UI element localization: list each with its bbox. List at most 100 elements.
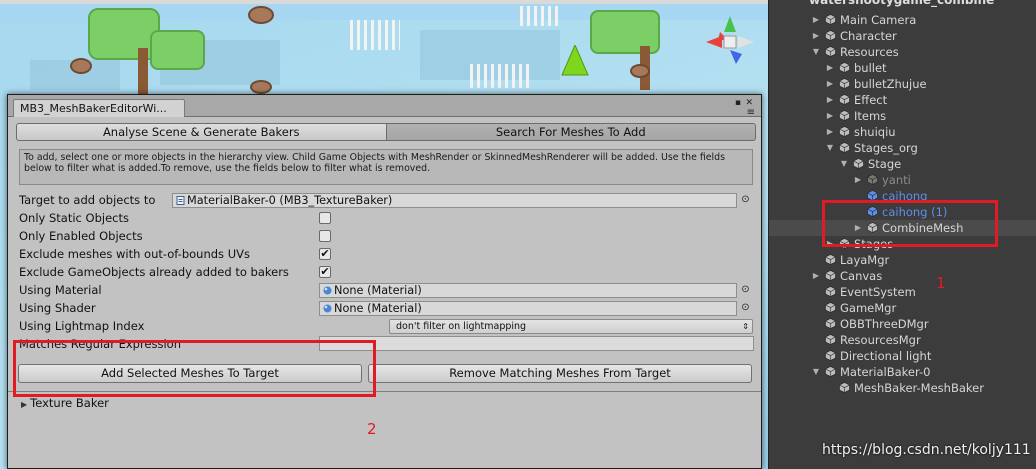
cube-icon (825, 334, 836, 345)
hierarchy-item-label: yanti (882, 173, 911, 187)
hierarchy-item[interactable]: ▶ shuiqiu (827, 124, 896, 140)
cube-icon (825, 318, 836, 329)
mesh-baker-editor-window: MB3_MeshBakerEditorWi... ▪ ✕ ≡ Analyse S… (7, 94, 762, 469)
foldout-arrow-icon: ▶ (21, 400, 28, 409)
hierarchy-expand-arrow-icon[interactable]: ▶ (811, 268, 821, 284)
hierarchy-expand-arrow-icon[interactable]: ▶ (811, 12, 821, 28)
only-static-checkbox[interactable] (319, 212, 331, 224)
hierarchy-item[interactable]: ▶ Effect (827, 92, 887, 108)
using-material-field[interactable]: None (Material) (319, 283, 737, 298)
hierarchy-item-label: Main Camera (840, 13, 917, 27)
hierarchy-item[interactable]: MeshBaker-MeshBaker (839, 380, 984, 396)
using-material-label: Using Material (19, 283, 102, 297)
hierarchy-expand-arrow-icon[interactable]: ▼ (811, 364, 821, 380)
tab-analyse-scene[interactable]: Analyse Scene & Generate Bakers (16, 123, 387, 141)
window-titlebar: MB3_MeshBakerEditorWi... ▪ ✕ ≡ (8, 95, 761, 118)
hierarchy-item-label: MeshBaker-MeshBaker (854, 381, 984, 395)
using-shader-field[interactable]: None (Material) (319, 301, 737, 316)
hierarchy-item[interactable]: ▶ Canvas (813, 268, 883, 284)
hierarchy-expand-arrow-icon[interactable]: ▶ (825, 76, 835, 92)
hierarchy-item[interactable]: Directional light (825, 348, 931, 364)
lightmap-index-value: don't filter on lightmapping (396, 321, 527, 332)
hierarchy-item[interactable]: ▼ Resources (813, 44, 899, 60)
hierarchy-item[interactable]: ▼ Stage (841, 156, 902, 172)
cube-icon (839, 78, 850, 89)
remove-matching-meshes-button[interactable]: Remove Matching Meshes From Target (368, 364, 752, 383)
texture-baker-foldout-label: Texture Baker (30, 396, 109, 410)
hierarchy-item[interactable]: ▼ Stages_org (827, 140, 918, 156)
hierarchy-item[interactable]: ▶ yanti (855, 172, 911, 188)
window-menu-icon[interactable]: ≡ (747, 108, 755, 118)
hierarchy-item[interactable]: ▼ MaterialBaker-0 (813, 364, 931, 380)
hierarchy-expand-arrow-icon[interactable]: ▼ (839, 156, 849, 172)
exclude-added-checkbox[interactable]: ✔ (319, 266, 331, 278)
hierarchy-item-label: LayaMgr (840, 253, 890, 267)
hierarchy-item[interactable]: GameMgr (825, 300, 896, 316)
maximize-icon[interactable]: ▪ (735, 98, 741, 108)
hierarchy-item-label: shuiqiu (854, 125, 896, 139)
tree-trunk (138, 48, 148, 94)
material-sphere-icon (323, 304, 332, 313)
cube-icon (825, 46, 836, 57)
cube-icon (825, 366, 836, 377)
hierarchy-item-label: bulletZhujue (854, 77, 927, 91)
hierarchy-expand-arrow-icon[interactable]: ▶ (825, 60, 835, 76)
hierarchy-expand-arrow-icon[interactable]: ▼ (825, 140, 835, 156)
using-material-row: Using Material None (Material) ⊙ (19, 281, 754, 299)
target-label: Target to add objects to (19, 193, 156, 207)
tab-search-meshes[interactable]: Search For Meshes To Add (386, 123, 756, 141)
exclude-uvs-label: Exclude meshes with out-of-bounds UVs (19, 247, 250, 261)
hierarchy-expand-arrow-icon[interactable]: ▼ (811, 44, 821, 60)
hierarchy-item[interactable]: ▶ Main Camera (813, 12, 917, 28)
cube-icon (839, 382, 850, 393)
hierarchy-item[interactable]: ▶ bulletZhujue (827, 76, 927, 92)
object-picker-icon[interactable]: ⊙ (740, 284, 751, 295)
hierarchy-item-label: Canvas (840, 269, 883, 283)
texture-baker-foldout[interactable]: ▶ Texture Baker (21, 396, 109, 412)
hierarchy-item-label: Stages_org (854, 141, 918, 155)
target-object-value: MaterialBaker-0 (MB3_TextureBaker) (187, 194, 393, 207)
hierarchy-expand-arrow-icon[interactable]: ▶ (853, 172, 863, 188)
scene-fence (520, 6, 560, 26)
cube-icon (825, 270, 836, 281)
annotation-label-2: 2 (367, 420, 377, 438)
hierarchy-item[interactable]: ▶ Items (827, 108, 887, 124)
using-shader-value: None (Material) (334, 302, 422, 315)
exclude-uvs-checkbox[interactable]: ✔ (319, 248, 331, 260)
hierarchy-item[interactable]: LayaMgr (825, 252, 889, 268)
scene-header-label: watershootygame_combine (809, 0, 995, 7)
hierarchy-item-label: OBBThreeDMgr (840, 317, 929, 331)
object-picker-icon[interactable]: ⊙ (740, 302, 751, 313)
help-box: To add, select one or more objects in th… (19, 149, 753, 185)
cube-icon (825, 30, 836, 41)
cube-icon (853, 158, 864, 169)
target-object-field[interactable]: MaterialBaker-0 (MB3_TextureBaker) (172, 193, 737, 208)
hierarchy-expand-arrow-icon[interactable]: ▶ (825, 108, 835, 124)
exclude-uvs-row: Exclude meshes with out-of-bounds UVs ✔ (19, 245, 754, 263)
scene-orientation-gizmo-icon[interactable] (700, 10, 760, 82)
scene-fence (470, 64, 530, 88)
hierarchy-expand-arrow-icon[interactable]: ▶ (811, 28, 821, 44)
object-picker-icon[interactable]: ⊙ (740, 194, 751, 205)
hierarchy-item[interactable]: EventSystem (825, 284, 916, 300)
annotation-box-1 (822, 200, 998, 247)
regex-input[interactable] (319, 336, 754, 351)
hierarchy-item-label: Stage (868, 157, 902, 171)
cube-icon (839, 62, 850, 73)
lightmap-index-dropdown[interactable]: don't filter on lightmapping ⇕ (389, 319, 753, 334)
only-enabled-checkbox[interactable] (319, 230, 331, 242)
hierarchy-expand-arrow-icon[interactable]: ▶ (825, 92, 835, 108)
window-tab-title[interactable]: MB3_MeshBakerEditorWi... (13, 99, 185, 117)
hierarchy-item[interactable]: ▶ Character (813, 28, 897, 44)
hierarchy-item-label: bullet (854, 61, 887, 75)
screenshot-root: MB3_MeshBakerEditorWi... ▪ ✕ ≡ Analyse S… (0, 0, 1036, 469)
cube-icon (839, 142, 850, 153)
annotation-box-2 (13, 340, 376, 397)
hierarchy-item[interactable]: OBBThreeDMgr (825, 316, 929, 332)
hierarchy-expand-arrow-icon[interactable]: ▶ (825, 124, 835, 140)
hierarchy-item[interactable]: ▶ bullet (827, 60, 887, 76)
only-enabled-row: Only Enabled Objects (19, 227, 754, 245)
hierarchy-item[interactable]: ResourcesMgr (825, 332, 921, 348)
scene-rock (70, 58, 92, 74)
hierarchy-item-label: Items (854, 109, 887, 123)
